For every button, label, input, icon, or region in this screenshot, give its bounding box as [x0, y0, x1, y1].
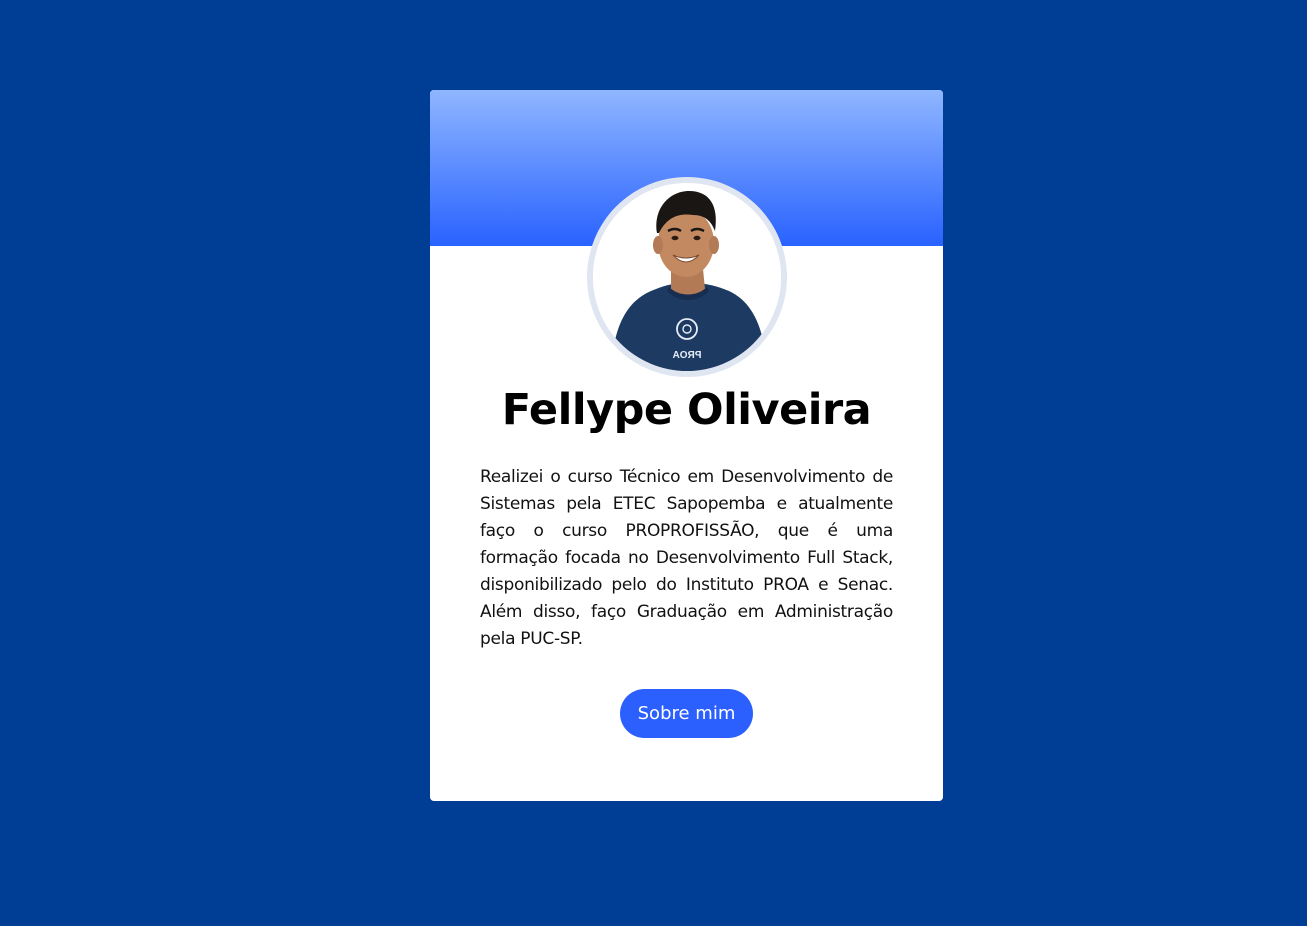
profile-card: PROA Fellype Oliveira Realizei o curso T…	[430, 90, 943, 801]
about-me-button[interactable]: Sobre mim	[620, 689, 753, 738]
profile-photo: PROA	[593, 183, 781, 371]
profile-name: Fellype Oliveira	[501, 385, 872, 435]
shirt-logo-text: PROA	[673, 350, 702, 361]
profile-bio: Realizei o curso Técnico em Desenvolvime…	[480, 467, 893, 649]
avatar-ring: PROA	[587, 177, 787, 377]
avatar: PROA	[593, 183, 781, 371]
